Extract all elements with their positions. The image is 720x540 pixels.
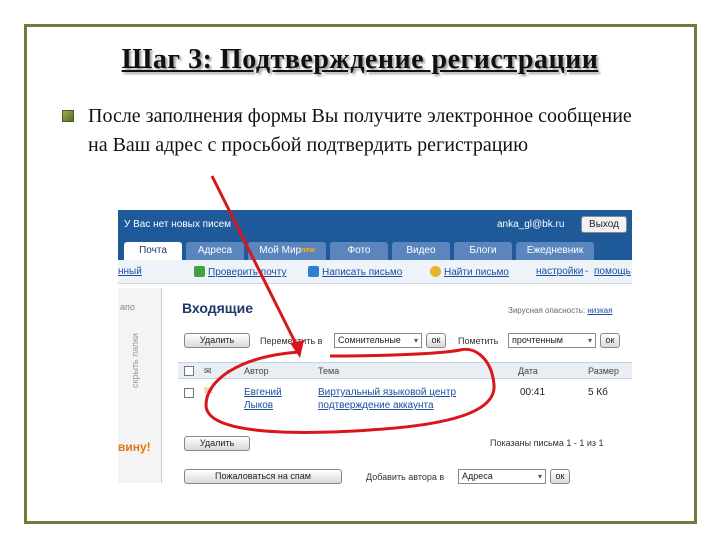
new-mail-status: У Вас нет новых писем — [124, 219, 232, 230]
help-link[interactable]: помощь — [594, 266, 631, 277]
add-author-label: Добавить автора в — [366, 472, 445, 482]
mark-label: Пометить — [458, 336, 499, 346]
tab-photo[interactable]: Фото — [330, 242, 388, 260]
unread-envelope-icon: ✉ — [204, 386, 213, 397]
new-badge: new — [301, 247, 315, 254]
settings-link[interactable]: настройки — [536, 266, 583, 277]
mail-date: 00:41 — [520, 387, 546, 398]
row-checkbox[interactable] — [184, 388, 194, 398]
subject-line-1[interactable]: Виртуальный языковой центр — [318, 387, 456, 398]
author-last-name[interactable]: Лыков — [244, 400, 273, 411]
address-book-select[interactable]: Адреса — [458, 469, 546, 484]
table-header: ✉ ⌕ Автор Тема Дата Размер — [178, 362, 632, 379]
move-label: Переместить в — [260, 336, 323, 346]
tab-calendar[interactable]: Ежедневник — [516, 242, 594, 260]
inbox-panel: Входящие Зирусная опасность: низкая Удал… — [178, 288, 632, 488]
col-size[interactable]: Размер — [588, 366, 619, 376]
folder-sidebar: апо скрыть папки вину! — [118, 288, 162, 483]
tab-bar: Почта Адреса Мой Мирnew Фото Видео Блоги… — [118, 240, 632, 260]
mark-select[interactable]: прочтенным — [508, 333, 596, 348]
find-mail-link[interactable]: Найти письмо — [430, 266, 509, 278]
folder-title: Входящие — [182, 300, 253, 316]
col-date[interactable]: Дата — [518, 366, 538, 376]
exit-button[interactable]: Выход — [581, 216, 627, 233]
author-first-name[interactable]: Евгений — [244, 387, 282, 398]
truncated-link[interactable]: нный — [118, 266, 142, 277]
user-email: anka_gl@bk.ru — [497, 219, 565, 230]
virus-risk: Зирусная опасность: низкая — [508, 306, 613, 315]
tab-contacts[interactable]: Адреса — [186, 242, 244, 260]
mail-toolbar: нный Проверить почту Написать письмо Най… — [118, 260, 632, 284]
mail-screenshot: У Вас нет новых писем anka_gl@bk.ru Выхо… — [118, 210, 632, 488]
tab-my-world[interactable]: Мой Мирnew — [248, 242, 326, 260]
move-ok-button[interactable]: ок — [426, 333, 446, 348]
sidebar-partial-text: апо — [120, 302, 135, 312]
col-subject[interactable]: Тема — [318, 366, 339, 376]
attachment-icon: ⌕ — [226, 366, 232, 376]
select-all-checkbox[interactable] — [184, 366, 194, 376]
toolbar-separator: - — [585, 266, 589, 277]
mail-size: 5 Кб — [588, 387, 608, 398]
move-folder-select[interactable]: Сомнительные — [334, 333, 422, 348]
refresh-icon — [194, 266, 205, 277]
slide-title: Шаг 3: Подтверждение регистрации — [121, 44, 599, 75]
tab-video[interactable]: Видео — [392, 242, 450, 260]
envelope-icon: ✉ — [204, 366, 212, 376]
hide-folders-toggle[interactable]: скрыть папки — [130, 333, 140, 388]
bullet-text: После заполнения формы Вы получите элект… — [88, 105, 632, 156]
mail-header: У Вас нет новых писем anka_gl@bk.ru Выхо… — [118, 210, 632, 240]
promo-text[interactable]: вину! — [118, 440, 151, 454]
check-mail-link[interactable]: Проверить почту — [194, 266, 286, 278]
shown-count: Показаны письма 1 - 1 из 1 — [490, 438, 604, 448]
delete-button[interactable]: Удалить — [184, 333, 250, 348]
bottom-delete-button[interactable]: Удалить — [184, 436, 250, 451]
mark-ok-button[interactable]: ок — [600, 333, 620, 348]
tab-mail[interactable]: Почта — [124, 242, 182, 260]
write-mail-link[interactable]: Написать письмо — [308, 266, 402, 278]
subject-line-2[interactable]: подтверждение аккаунта — [318, 400, 434, 411]
add-author-ok-button[interactable]: ок — [550, 469, 570, 484]
pen-icon — [308, 266, 319, 277]
col-author[interactable]: Автор — [244, 366, 269, 376]
bullet-marker — [62, 110, 74, 122]
report-spam-button[interactable]: Пожаловаться на спам — [184, 469, 342, 484]
magnifier-icon — [430, 266, 441, 277]
tab-blogs[interactable]: Блоги — [454, 242, 512, 260]
